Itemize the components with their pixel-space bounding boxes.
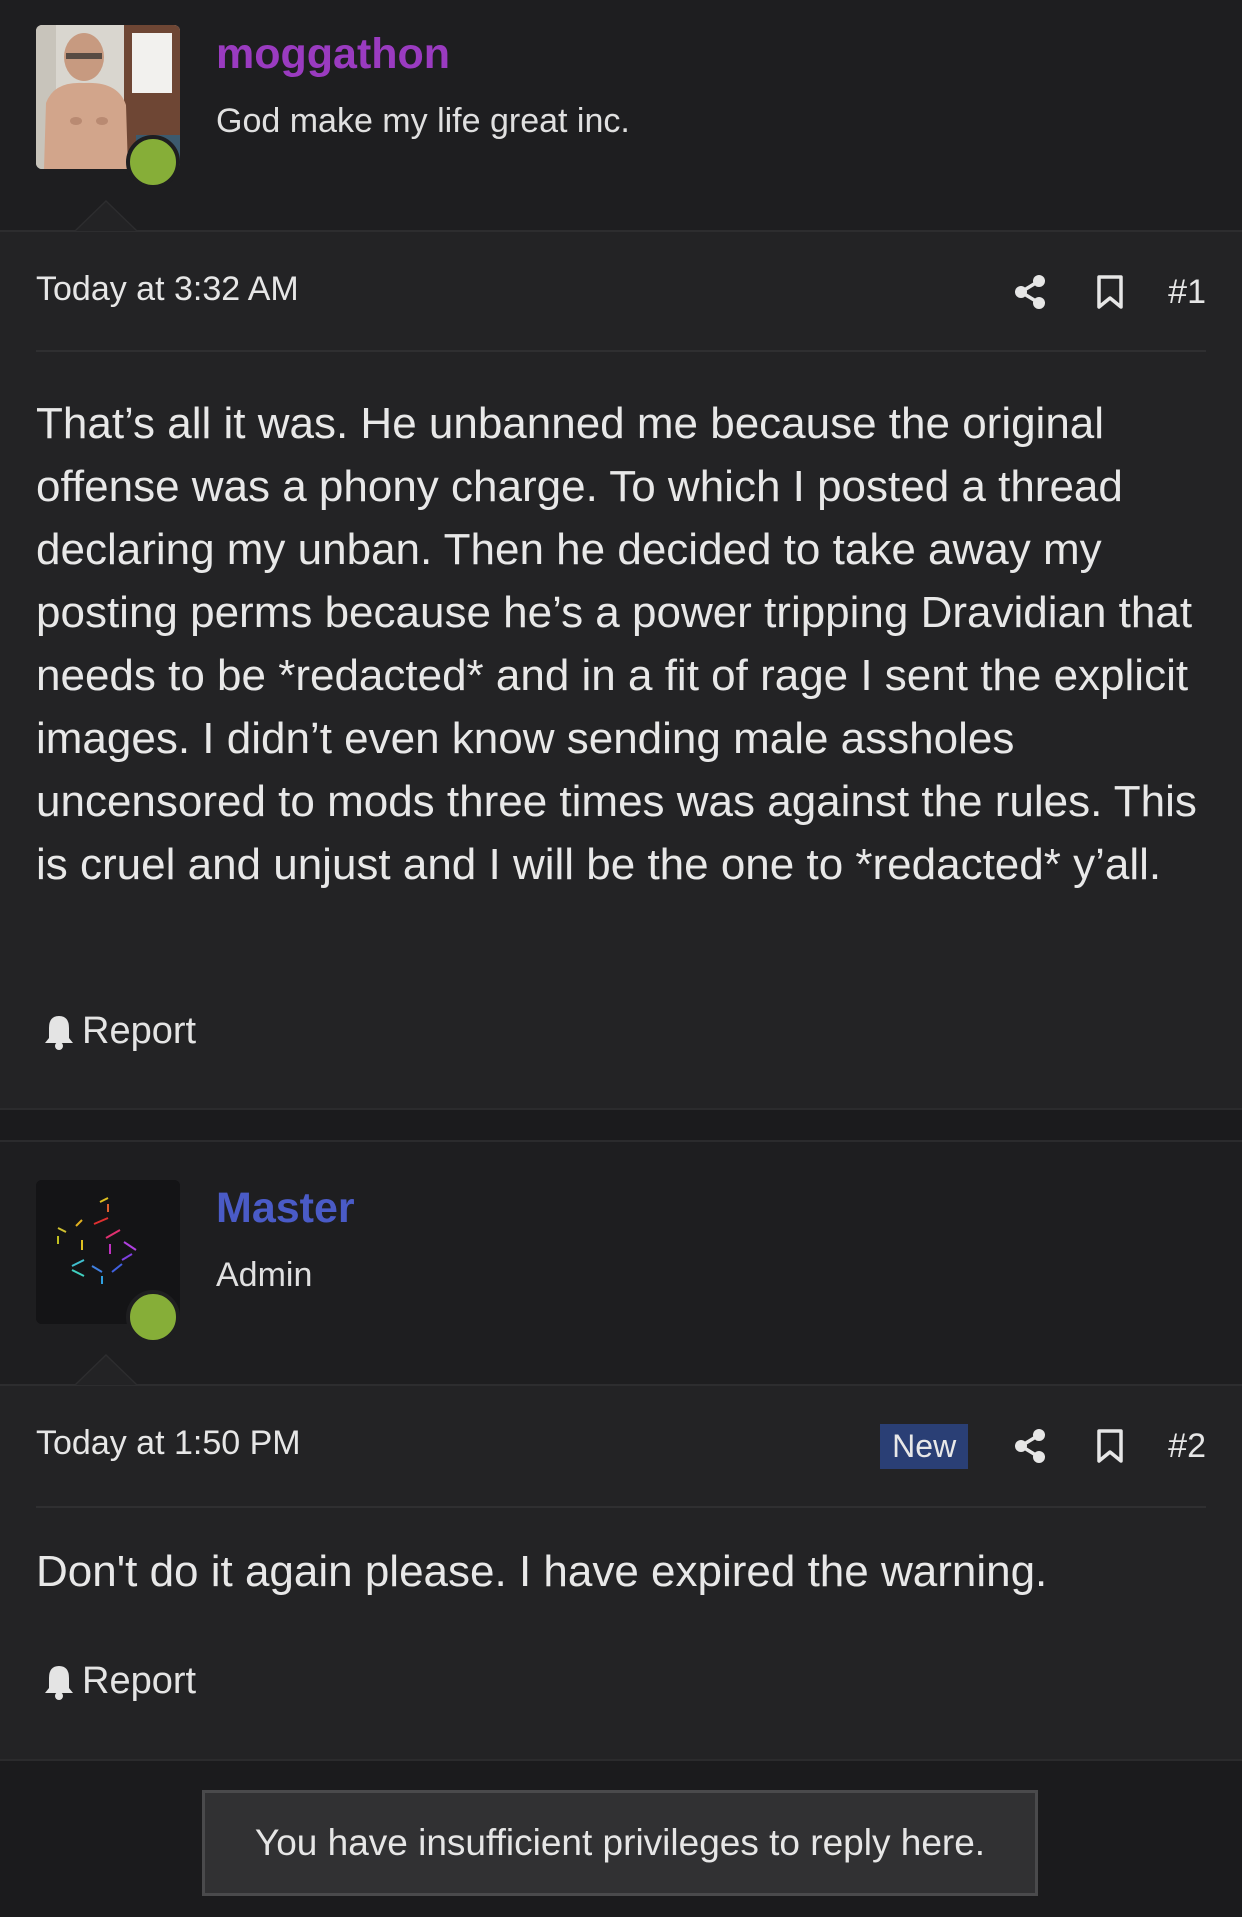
report-label: Report — [82, 1010, 197, 1052]
bookmark-icon[interactable] — [1088, 1424, 1132, 1468]
post-permalink-number[interactable]: #2 — [1168, 1427, 1206, 1466]
bookmark-icon[interactable] — [1088, 270, 1132, 314]
post-2: Master Admin Today at 1:50 PM New #2 Don… — [0, 1142, 1242, 1759]
message-pointer — [74, 1354, 138, 1385]
reply-privilege-notice: You have insufficient privileges to repl… — [202, 1790, 1038, 1896]
bell-icon — [45, 1665, 73, 1700]
report-button[interactable]: Report — [42, 1660, 196, 1703]
report-button[interactable]: Report — [42, 1010, 196, 1053]
post-meta-row: Today at 3:32 AM #1 — [36, 262, 1206, 322]
post-body: That’s all it was. He unbanned me becaus… — [36, 399, 1197, 889]
post-meta-row: Today at 1:50 PM New #2 — [36, 1416, 1206, 1476]
bell-icon — [45, 1015, 73, 1050]
post-2-user-header: Master Admin — [0, 1142, 1242, 1386]
post-actions: #1 — [972, 262, 1206, 322]
post-permalink-number[interactable]: #1 — [1168, 273, 1206, 312]
username[interactable]: moggathon — [216, 30, 450, 79]
new-badge: New — [880, 1423, 969, 1469]
user-title: God make my life great inc. — [216, 102, 630, 140]
post-timestamp[interactable]: Today at 1:50 PM — [36, 1424, 301, 1463]
post-separator — [0, 1108, 1242, 1142]
post-1: moggathon God make my life great inc. To… — [0, 0, 1242, 1108]
report-label: Report — [82, 1660, 197, 1702]
share-icon[interactable] — [1008, 1424, 1052, 1468]
post-timestamp[interactable]: Today at 3:32 AM — [36, 270, 299, 309]
post-actions: New #2 — [880, 1416, 1206, 1476]
message-pointer — [74, 200, 138, 231]
meta-divider — [36, 350, 1206, 352]
online-status-indicator — [126, 135, 180, 189]
username[interactable]: Master — [216, 1184, 355, 1233]
share-icon[interactable] — [1008, 270, 1052, 314]
post-body: Don't do it again please. I have expired… — [36, 1547, 1048, 1596]
meta-divider — [36, 1506, 1206, 1508]
online-status-indicator — [126, 1290, 180, 1344]
post-1-user-header: moggathon God make my life great inc. — [0, 0, 1242, 232]
user-title: Admin — [216, 1256, 313, 1294]
